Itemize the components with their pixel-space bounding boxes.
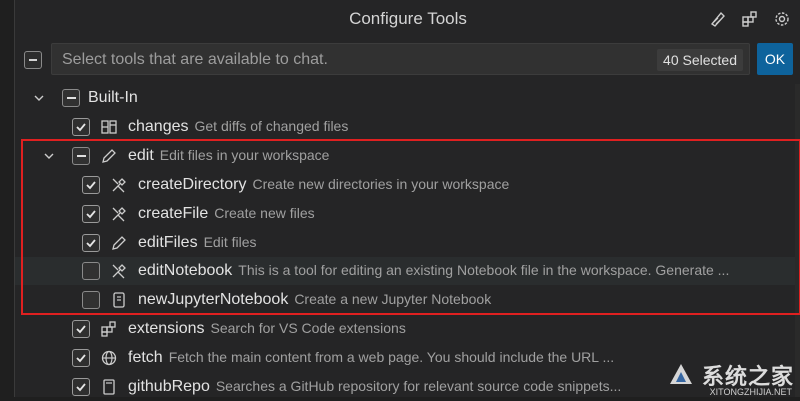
checkbox-githubrepo[interactable] xyxy=(72,378,90,396)
repo-icon xyxy=(99,377,119,397)
dialog-title: Configure Tools xyxy=(349,9,467,28)
checkbox-createfile[interactable] xyxy=(82,205,100,223)
chevron-down-icon[interactable] xyxy=(31,90,47,106)
extensions-icon[interactable] xyxy=(739,8,761,30)
tool-name: extensions xyxy=(128,320,205,337)
tool-label: githubRepo Searches a GitHub repository f… xyxy=(128,378,621,396)
tool-label: fetch Fetch the main content from a web p… xyxy=(128,349,614,367)
tool-label: newJupyterNotebook Create a new Jupyter N… xyxy=(138,291,491,309)
tool-label: createDirectory Create new directories in… xyxy=(138,176,509,194)
chevron-down-icon[interactable] xyxy=(41,148,57,164)
checkbox-editnotebook[interactable] xyxy=(82,262,100,280)
collapse-all-checkbox[interactable] xyxy=(24,51,42,69)
tools-icon xyxy=(109,175,129,195)
ok-button[interactable]: OK xyxy=(757,43,793,75)
tool-label: edit Edit files in your workspace xyxy=(128,147,329,165)
tool-label: createFile Create new files xyxy=(138,205,315,223)
selected-count-badge: 40 Selected xyxy=(657,49,743,71)
scrollbar[interactable] xyxy=(795,84,800,397)
checkbox-createdirectory[interactable] xyxy=(82,176,100,194)
globe-icon xyxy=(99,348,119,368)
tool-description: Get diffs of changed files xyxy=(194,118,349,134)
search-box: 40 Selected xyxy=(51,43,750,76)
search-row: 40 Selected OK xyxy=(15,41,800,79)
notebook-icon xyxy=(109,290,129,310)
checkbox-editfiles[interactable] xyxy=(82,234,100,252)
tool-description: Create new files xyxy=(214,205,315,221)
feedback-icon[interactable] xyxy=(707,8,729,30)
tree-row-editfiles[interactable]: editFiles Edit files xyxy=(15,229,800,257)
tool-label: extensions Search for VS Code extensions xyxy=(128,320,406,338)
tool-description: Create new directories in your workspace xyxy=(252,176,510,192)
search-input[interactable] xyxy=(60,44,654,76)
extensions-icon xyxy=(99,319,119,339)
tool-name: newJupyterNotebook xyxy=(138,291,289,308)
tool-name: changes xyxy=(128,118,189,135)
tree-row-changes[interactable]: changes Get diffs of changed files xyxy=(15,113,800,141)
tool-name: editFiles xyxy=(138,234,198,251)
tree-row-extensions[interactable]: extensions Search for VS Code extensions xyxy=(15,315,800,343)
pencil-icon xyxy=(99,146,119,166)
tool-name: createDirectory xyxy=(138,176,247,193)
gear-icon[interactable] xyxy=(771,8,793,30)
tool-description: This is a tool for editing an existing N… xyxy=(238,262,730,278)
tool-label: changes Get diffs of changed files xyxy=(128,118,348,136)
tree-row-createdirectory[interactable]: createDirectory Create new directories in… xyxy=(15,171,800,199)
pencil-icon xyxy=(109,233,129,253)
tree-row-createfile[interactable]: createFile Create new files xyxy=(15,200,800,228)
checkbox-fetch[interactable] xyxy=(72,349,90,367)
group-label: Built-In xyxy=(88,89,138,106)
tool-label: editNotebook This is a tool for editing a… xyxy=(138,262,729,280)
checkbox-edit[interactable] xyxy=(72,147,90,165)
tool-label: editFiles Edit files xyxy=(138,234,257,252)
checkbox-extensions[interactable] xyxy=(72,320,90,338)
title-bar: Configure Tools xyxy=(15,0,800,38)
tools-icon xyxy=(109,204,129,224)
tree-row-editnotebook[interactable]: editNotebook This is a tool for editing a… xyxy=(15,257,800,285)
tool-description: Edit files in your workspace xyxy=(159,147,330,163)
checkbox-builtin[interactable] xyxy=(62,89,80,107)
tree-row-edit[interactable]: edit Edit files in your workspace xyxy=(15,142,800,170)
title-actions xyxy=(707,8,793,30)
tool-description: Create a new Jupyter Notebook xyxy=(294,291,492,307)
tool-description: Search for VS Code extensions xyxy=(210,320,406,336)
watermark-logo-icon xyxy=(669,364,692,384)
tool-name: editNotebook xyxy=(138,262,233,279)
tool-description: Searches a GitHub repository for relevan… xyxy=(215,378,622,394)
tool-name: edit xyxy=(128,147,154,164)
tools-icon xyxy=(109,261,129,281)
checkbox-newjupyternotebook[interactable] xyxy=(82,291,100,309)
checkbox-changes[interactable] xyxy=(72,118,90,136)
tool-name: fetch xyxy=(128,349,163,366)
diff-icon xyxy=(99,117,119,137)
tool-description: Fetch the main content from a web page. … xyxy=(168,349,615,365)
tool-description: Edit files xyxy=(203,234,257,250)
tree-row-builtin[interactable]: Built-In xyxy=(15,84,800,112)
configure-tools-panel: Configure Tools 40 Selected OK xyxy=(14,0,800,397)
tool-name: createFile xyxy=(138,205,209,222)
tool-name: githubRepo xyxy=(128,378,210,395)
watermark-subtext: XITONGZHIJIA.NET xyxy=(709,387,792,397)
tree-row-newjupyternotebook[interactable]: newJupyterNotebook Create a new Jupyter N… xyxy=(15,286,800,314)
